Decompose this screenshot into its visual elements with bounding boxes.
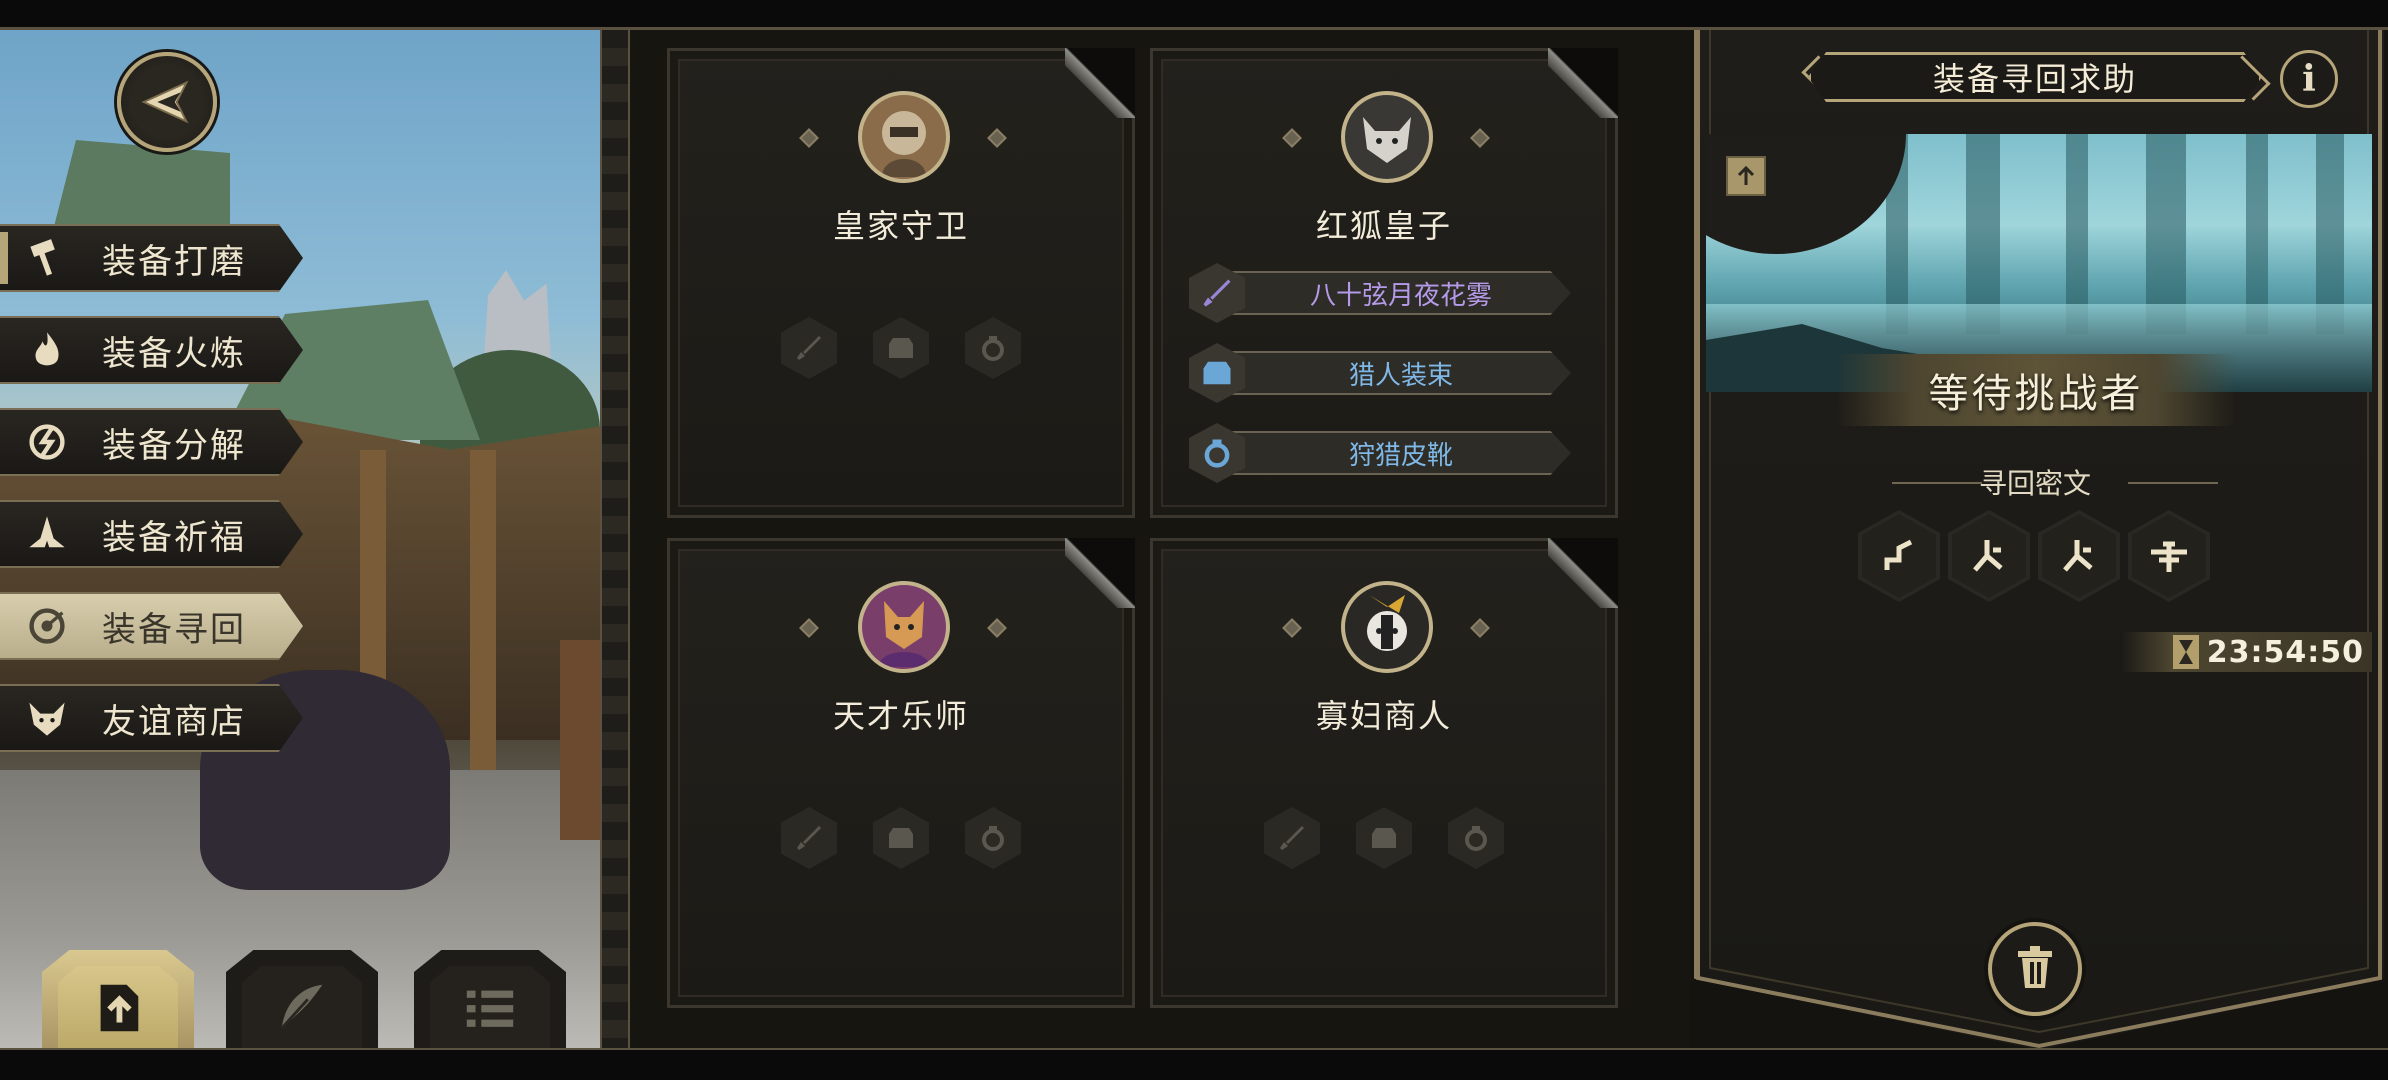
rune-2-icon: [1973, 540, 2003, 572]
sword-icon: [797, 826, 821, 850]
armor-icon: [1372, 828, 1396, 848]
armor-icon: [889, 338, 913, 358]
equipment-row[interactable]: 狩猎皮靴: [1189, 423, 1599, 483]
top-letterbox: [0, 0, 2388, 30]
upload-button[interactable]: [42, 950, 194, 1050]
weapon-slot[interactable]: [1264, 807, 1320, 869]
menu-item-dismantle[interactable]: 装备分解: [0, 408, 303, 476]
armor-slot[interactable]: [873, 807, 929, 869]
trash-icon: [2018, 946, 2052, 988]
character-card-royal-guard[interactable]: 皇家守卫: [667, 48, 1135, 518]
info-icon: i: [2302, 58, 2316, 100]
menu-label: 友谊商店: [102, 701, 246, 742]
character-name: 皇家守卫: [832, 207, 969, 245]
character-card-widow-merchant[interactable]: 寡妇商人: [1150, 538, 1618, 1008]
delete-button[interactable]: [1988, 922, 2082, 1016]
menu-item-forge[interactable]: 装备火炼: [0, 316, 303, 384]
equipment-name: 猎人装束: [1231, 351, 1571, 395]
character-card-red-fox-prince[interactable]: 红狐皇子 八十弦月夜花雾 猎人装束 狩猎皮靴: [1150, 48, 1618, 518]
equipment-name: 八十弦月夜花雾: [1231, 271, 1571, 315]
countdown-timer: 23:54:50: [2122, 632, 2372, 672]
menu-label: 装备寻回: [102, 609, 246, 650]
upload-icon: [100, 984, 139, 1032]
menu-label: 装备分解: [102, 425, 246, 466]
ornamental-divider: [600, 30, 630, 1050]
accessory-slot[interactable]: [1448, 807, 1504, 869]
character-name: 天才乐师: [832, 697, 969, 735]
status-text: 等待挑战者: [1928, 371, 2144, 417]
weapon-slot[interactable]: [781, 317, 837, 379]
accessory-slot[interactable]: [965, 807, 1021, 869]
equipment-list: 八十弦月夜花雾 猎人装束 狩猎皮靴: [1189, 263, 1599, 503]
character-name: 寡妇商人: [1315, 697, 1452, 735]
flame-icon: [20, 323, 74, 377]
hammer-icon: [20, 231, 74, 285]
dog-portrait: [858, 581, 950, 673]
guard-portrait: [858, 91, 950, 183]
cipher-row: [1858, 510, 2210, 602]
target-icon: [20, 599, 74, 653]
equipment-slots: [670, 317, 1132, 379]
sword-icon: [797, 336, 821, 360]
cipher-slot[interactable]: [1858, 510, 1940, 602]
cipher-slot[interactable]: [2038, 510, 2120, 602]
feather-icon: [280, 984, 323, 1030]
upload-icon: [1737, 165, 1755, 185]
hourglass-icon: [2172, 635, 2199, 669]
equipment-slots: [1153, 807, 1615, 869]
equipment-name: 狩猎皮靴: [1231, 431, 1571, 475]
rune-3-icon: [2151, 541, 2187, 572]
pray-hands-icon: [20, 507, 74, 561]
list-icon: [466, 990, 514, 1027]
back-button[interactable]: [117, 52, 217, 152]
menu-item-friend-shop[interactable]: 友谊商店: [0, 684, 303, 752]
ring-icon: [982, 336, 1004, 361]
info-button[interactable]: i: [2280, 50, 2338, 108]
status-banner: 等待挑战者: [1836, 354, 2236, 426]
wolf-portrait: [1341, 91, 1433, 183]
menu-item-bless[interactable]: 装备祈福: [0, 500, 303, 568]
panel-title-plate: 装备寻回求助: [1808, 52, 2262, 102]
weapon-slot[interactable]: [781, 807, 837, 869]
cipher-slot[interactable]: [1948, 510, 2030, 602]
rune-2-icon: [2063, 540, 2093, 572]
menu-label: 装备祈福: [102, 517, 246, 558]
equipment-row[interactable]: 猎人装束: [1189, 343, 1599, 403]
character-card-genius-musician[interactable]: 天才乐师: [667, 538, 1135, 1008]
sword-icon: [1280, 826, 1304, 850]
feather-button[interactable]: [226, 950, 378, 1050]
timer-text: 23:54:50: [2206, 634, 2364, 670]
fox-icon: [20, 691, 74, 745]
menu-label: 装备打磨: [102, 241, 246, 282]
rune-1-icon: [1884, 539, 1913, 570]
menu-item-retrieve[interactable]: 装备寻回: [0, 592, 303, 660]
cipher-slot[interactable]: [2128, 510, 2210, 602]
bottom-letterbox: [0, 1050, 2388, 1080]
armor-slot[interactable]: [1356, 807, 1412, 869]
back-arrow-icon: [141, 80, 189, 124]
equipment-row[interactable]: 八十弦月夜花雾: [1189, 263, 1599, 323]
panel-title: 装备寻回求助: [1932, 60, 2137, 98]
badger-portrait: [1341, 581, 1433, 673]
menu-item-polish[interactable]: 装备打磨: [0, 224, 303, 292]
share-button[interactable]: [1726, 156, 1766, 196]
armor-slot[interactable]: [873, 317, 929, 379]
list-button[interactable]: [414, 950, 566, 1050]
ring-icon: [982, 826, 1004, 851]
character-name: 红狐皇子: [1315, 207, 1452, 245]
accessory-slot[interactable]: [965, 317, 1021, 379]
menu-label: 装备火炼: [102, 333, 246, 374]
equipment-slots: [670, 807, 1132, 869]
armor-icon: [889, 828, 913, 848]
shatter-icon: [20, 415, 74, 469]
ring-icon: [1465, 826, 1487, 851]
